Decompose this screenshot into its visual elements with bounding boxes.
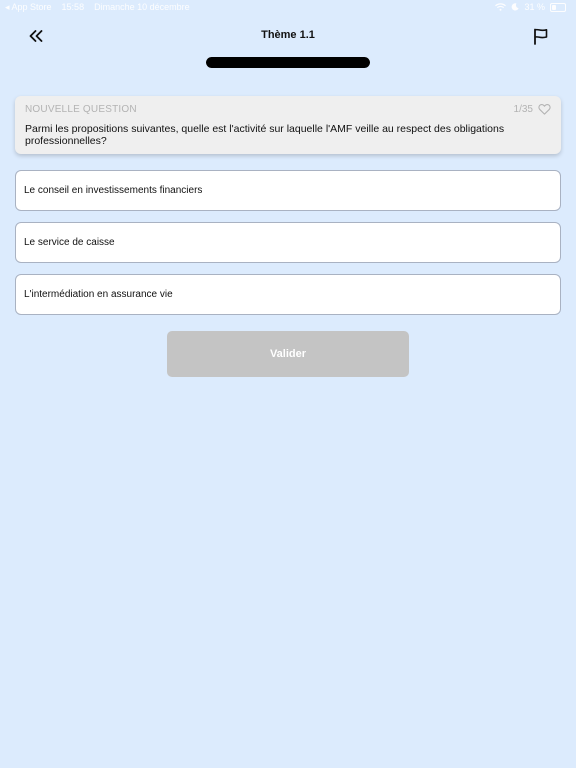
answer-list: Le conseil en investissements financiers… [15,170,561,326]
progress-bar [206,57,370,68]
question-text: Parmi les propositions suivantes, quelle… [25,123,505,147]
status-bar: ◂ App Store 15:58 Dimanche 10 décembre 3… [0,0,576,14]
status-left: ◂ App Store 15:58 Dimanche 10 décembre [5,2,190,13]
answer-option[interactable]: L'intermédiation en assurance vie [15,274,561,315]
back-to-app-link[interactable]: ◂ App Store [5,2,52,13]
answer-option[interactable]: Le service de caisse [15,222,561,263]
header: Thème 1.1 [0,22,576,52]
validate-button[interactable]: Valider [167,331,409,377]
flag-icon [533,28,547,45]
answer-option[interactable]: Le conseil en investissements financiers [15,170,561,211]
heart-outline-icon[interactable] [538,103,551,115]
status-date: Dimanche 10 décembre [94,2,190,12]
moon-icon [512,3,520,11]
battery-icon [550,2,566,12]
page-title: Thème 1.1 [261,29,315,41]
status-time: 15:58 [61,2,85,12]
wifi-icon [495,3,507,11]
battery-percent: 31 % [524,2,545,12]
question-card: NOUVELLE QUESTION 1/35 Parmi les proposi… [15,96,561,154]
report-flag-button[interactable] [528,24,552,48]
question-counter: 1/35 [513,104,533,115]
progress-fill [206,57,370,68]
question-label: NOUVELLE QUESTION [25,104,137,115]
status-right: 31 % [495,2,566,12]
